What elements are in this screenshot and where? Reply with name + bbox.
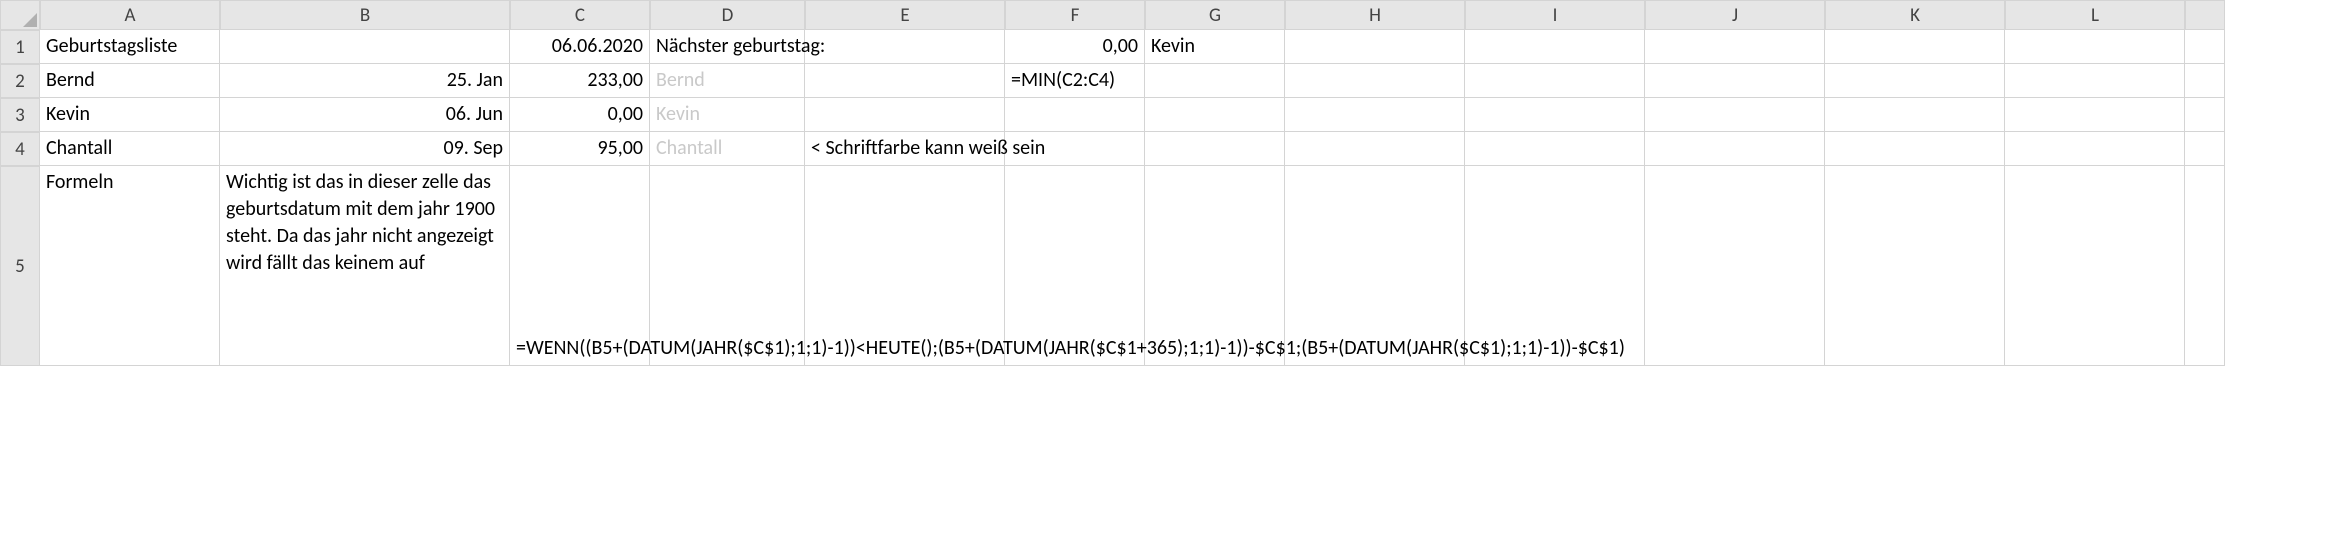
- cell-J1[interactable]: [1645, 30, 1825, 64]
- cell-M3[interactable]: [2185, 98, 2225, 132]
- cell-M4[interactable]: [2185, 132, 2225, 166]
- cell-K5[interactable]: [1825, 166, 2005, 366]
- cell-C4[interactable]: 95,00: [510, 132, 650, 166]
- cell-A3[interactable]: Kevin: [40, 98, 220, 132]
- col-header-B[interactable]: B: [220, 0, 510, 30]
- cell-F2[interactable]: =MIN(C2:C4): [1005, 64, 1145, 98]
- cell-B1[interactable]: [220, 30, 510, 64]
- col-header-D[interactable]: D: [650, 0, 805, 30]
- col-header-E[interactable]: E: [805, 0, 1005, 30]
- cell-A1-text: Geburtstagsliste: [46, 33, 177, 60]
- cell-K3[interactable]: [1825, 98, 2005, 132]
- cell-G1[interactable]: Kevin: [1145, 30, 1285, 64]
- cell-H1[interactable]: [1285, 30, 1465, 64]
- cell-B4[interactable]: 09. Sep: [220, 132, 510, 166]
- col-header-G[interactable]: G: [1145, 0, 1285, 30]
- cell-G2[interactable]: [1145, 64, 1285, 98]
- cell-D2[interactable]: Bernd: [650, 64, 805, 98]
- col-header-C[interactable]: C: [510, 0, 650, 30]
- cell-M5[interactable]: [2185, 166, 2225, 366]
- cell-K4[interactable]: [1825, 132, 2005, 166]
- cell-B2[interactable]: 25. Jan: [220, 64, 510, 98]
- cell-D4[interactable]: Chantall: [650, 132, 805, 166]
- cell-D3[interactable]: Kevin: [650, 98, 805, 132]
- cell-G4[interactable]: [1145, 132, 1285, 166]
- col-header-F[interactable]: F: [1005, 0, 1145, 30]
- cell-I4[interactable]: [1465, 132, 1645, 166]
- cell-D1-text: Nächster geburtstag:: [656, 33, 825, 60]
- cell-A5[interactable]: Formeln: [40, 166, 220, 366]
- cell-H4[interactable]: [1285, 132, 1465, 166]
- cell-E4[interactable]: < Schriftfarbe kann weiß sein: [805, 132, 1005, 166]
- cell-E2[interactable]: [805, 64, 1005, 98]
- cell-J4[interactable]: [1645, 132, 1825, 166]
- cell-C1[interactable]: 06.06.2020: [510, 30, 650, 64]
- cell-A2[interactable]: Bernd: [40, 64, 220, 98]
- cell-M2[interactable]: [2185, 64, 2225, 98]
- cell-J2[interactable]: [1645, 64, 1825, 98]
- cell-A4[interactable]: Chantall: [40, 132, 220, 166]
- cell-L4[interactable]: [2005, 132, 2185, 166]
- cell-G3[interactable]: [1145, 98, 1285, 132]
- cell-F3[interactable]: [1005, 98, 1145, 132]
- cell-M1[interactable]: [2185, 30, 2225, 64]
- select-all-corner[interactable]: [0, 0, 40, 30]
- cell-H3[interactable]: [1285, 98, 1465, 132]
- cell-B5[interactable]: Wichtig ist das in dieser zelle das gebu…: [220, 166, 510, 366]
- cell-D1[interactable]: Nächster geburtstag:: [650, 30, 805, 64]
- cell-C3[interactable]: 0,00: [510, 98, 650, 132]
- cell-L1[interactable]: [2005, 30, 2185, 64]
- row-header-3[interactable]: 3: [0, 98, 40, 132]
- cell-I1[interactable]: [1465, 30, 1645, 64]
- cell-K1[interactable]: [1825, 30, 2005, 64]
- cell-I2[interactable]: [1465, 64, 1645, 98]
- col-header-H[interactable]: H: [1285, 0, 1465, 30]
- cell-C5-text: =WENN((B5+(DATUM(JAHR($C$1);1;1)-1))<HEU…: [516, 335, 1625, 362]
- cell-L2[interactable]: [2005, 64, 2185, 98]
- cell-B3[interactable]: 06. Jun: [220, 98, 510, 132]
- cell-F2-text: =MIN(C2:C4): [1011, 67, 1115, 94]
- col-header-I[interactable]: I: [1465, 0, 1645, 30]
- cell-J5[interactable]: [1645, 166, 1825, 366]
- spreadsheet-grid[interactable]: A B C D E F G H I J K L 1 Geburtstagslis…: [0, 0, 2347, 366]
- select-all-icon: [23, 13, 37, 27]
- cell-E1[interactable]: [805, 30, 1005, 64]
- cell-K2[interactable]: [1825, 64, 2005, 98]
- row-header-4[interactable]: 4: [0, 132, 40, 166]
- cell-I3[interactable]: [1465, 98, 1645, 132]
- cell-E3[interactable]: [805, 98, 1005, 132]
- cell-J3[interactable]: [1645, 98, 1825, 132]
- col-header-J[interactable]: J: [1645, 0, 1825, 30]
- col-header-A[interactable]: A: [40, 0, 220, 30]
- col-header-K[interactable]: K: [1825, 0, 2005, 30]
- row-header-5[interactable]: 5: [0, 166, 40, 366]
- cell-F1[interactable]: 0,00: [1005, 30, 1145, 64]
- cell-L3[interactable]: [2005, 98, 2185, 132]
- cell-H2[interactable]: [1285, 64, 1465, 98]
- cell-C5[interactable]: =WENN((B5+(DATUM(JAHR($C$1);1;1)-1))<HEU…: [510, 166, 650, 366]
- cell-A1[interactable]: Geburtstagsliste: [40, 30, 220, 64]
- cell-E4-text: < Schriftfarbe kann weiß sein: [811, 135, 1045, 162]
- cell-L5[interactable]: [2005, 166, 2185, 366]
- row-header-1[interactable]: 1: [0, 30, 40, 64]
- cell-C2[interactable]: 233,00: [510, 64, 650, 98]
- row-header-2[interactable]: 2: [0, 64, 40, 98]
- col-header-partial[interactable]: [2185, 0, 2225, 30]
- col-header-L[interactable]: L: [2005, 0, 2185, 30]
